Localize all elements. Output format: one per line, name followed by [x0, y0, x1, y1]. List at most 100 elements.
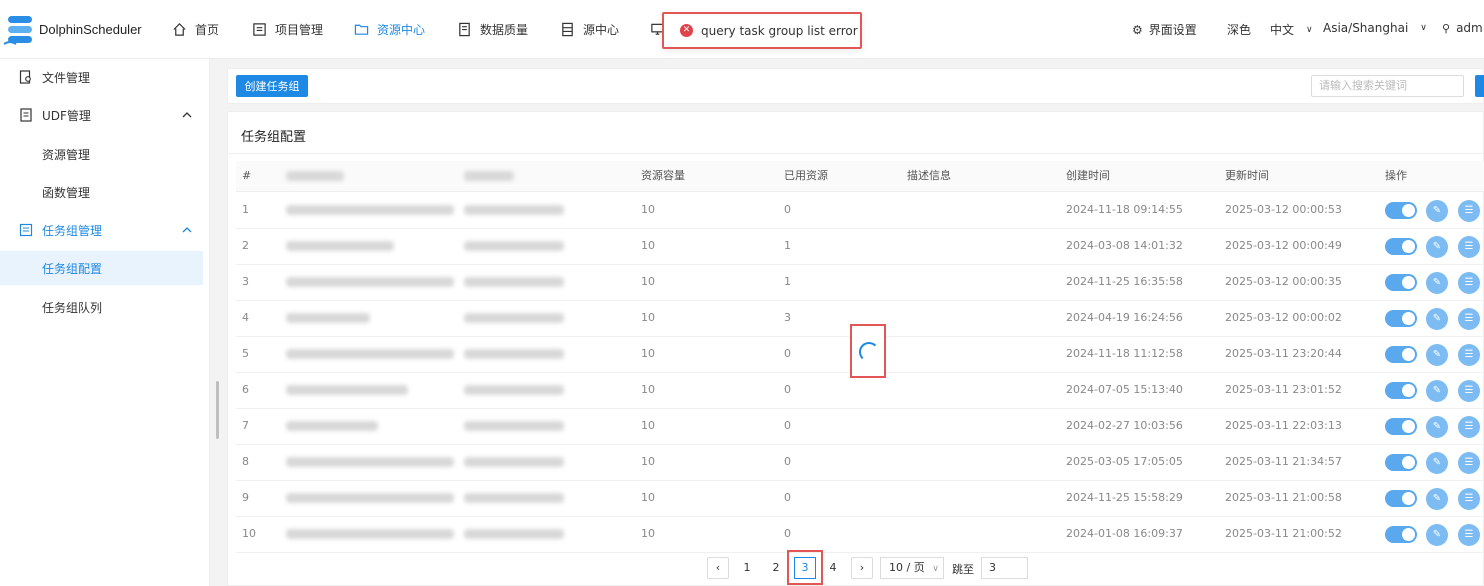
list-icon: ☰ [1464, 313, 1474, 324]
status-toggle[interactable] [1385, 310, 1417, 327]
list-icon: ☰ [1464, 277, 1474, 288]
cell-updated: 2025-03-12 00:00:02 [1225, 311, 1342, 324]
timezone-label: Asia/Shanghai [1323, 21, 1409, 35]
table-row: 7 10 0 2024-02-27 10:03:56 2025-03-11 22:03:… [236, 408, 1484, 445]
view-queue-button[interactable]: ☰ [1458, 344, 1480, 366]
cell-name-redacted [286, 411, 378, 441]
cell-updated: 2025-03-11 21:00:52 [1225, 527, 1342, 540]
file-search-icon [19, 70, 31, 84]
page-4[interactable]: 4 [822, 557, 844, 579]
chevron-up-icon [182, 112, 192, 118]
status-toggle[interactable] [1385, 238, 1417, 255]
sidebar-item-task-group-option[interactable]: 任务组配置 [0, 251, 203, 285]
ui-settings-label: 界面设置 [1148, 23, 1197, 37]
col-index: # [242, 169, 252, 182]
page-2[interactable]: 2 [765, 557, 787, 579]
user-menu[interactable]: ⚲ adm [1442, 21, 1483, 35]
view-queue-button[interactable]: ☰ [1458, 272, 1480, 294]
nav-data-quality-label: 数据质量 [480, 22, 529, 37]
cell-index: 9 [242, 491, 249, 504]
cell-updated: 2025-03-11 22:03:13 [1225, 419, 1342, 432]
nav-datasource[interactable]: 源中心 [560, 20, 619, 38]
sidebar-item-resource-manage[interactable]: 资源管理 [0, 137, 203, 171]
search-input[interactable]: 请输入搜索关键词 [1311, 75, 1464, 97]
loading-indicator [850, 324, 886, 378]
cell-created: 2024-03-08 14:01:32 [1066, 239, 1183, 252]
edit-button[interactable]: ✎ [1426, 524, 1448, 546]
language-select[interactable]: 中文 ∨ [1270, 21, 1313, 38]
cell-name-redacted [286, 231, 394, 261]
status-toggle[interactable] [1385, 202, 1417, 219]
view-queue-button[interactable]: ☰ [1458, 200, 1480, 222]
list-icon: ☰ [1464, 385, 1474, 396]
cell-capacity: 10 [641, 311, 655, 324]
sidebar-item-file-manage[interactable]: 文件管理 [0, 60, 203, 94]
view-queue-button[interactable]: ☰ [1458, 236, 1480, 258]
cell-project-redacted [464, 483, 564, 513]
brand-name[interactable]: DolphinScheduler [39, 22, 142, 37]
edit-button[interactable]: ✎ [1426, 416, 1448, 438]
sidebar-scrollbar[interactable] [216, 381, 219, 439]
sidebar-item-udf-manage[interactable]: UDF管理 [0, 98, 203, 132]
create-task-group-button[interactable]: 创建任务组 [236, 75, 308, 97]
col-updated: 更新时间 [1225, 169, 1269, 182]
status-toggle[interactable] [1385, 490, 1417, 507]
page-size-select[interactable]: 10 / 页 ∨ [880, 557, 944, 579]
sidebar-item-task-group-queue[interactable]: 任务组队列 [0, 290, 203, 324]
theme-toggle[interactable]: 深色 [1227, 21, 1251, 38]
search-button[interactable] [1475, 75, 1484, 97]
sidebar-item-label: 函数管理 [42, 185, 91, 200]
ui-settings-button[interactable]: ⚙ 界面设置 [1132, 21, 1197, 38]
list-icon: ☰ [1464, 421, 1474, 432]
edit-icon: ✎ [1432, 349, 1442, 360]
table-row: 9 10 0 2024-11-25 15:58:29 2025-03-11 21:00:… [236, 480, 1484, 517]
timezone-select[interactable]: Asia/Shanghai ∨ [1323, 21, 1427, 35]
edit-button[interactable]: ✎ [1426, 272, 1448, 294]
edit-button[interactable]: ✎ [1426, 488, 1448, 510]
cell-name-redacted [286, 483, 454, 513]
status-toggle[interactable] [1385, 526, 1417, 543]
toast-message: query task group list error [701, 23, 858, 38]
edit-button[interactable]: ✎ [1426, 308, 1448, 330]
cell-index: 5 [242, 347, 249, 360]
cell-name-redacted [286, 447, 454, 477]
edit-icon: ✎ [1432, 457, 1442, 468]
nav-resource[interactable]: 资源中心 [354, 20, 425, 38]
next-page-button[interactable]: › [851, 557, 873, 579]
view-queue-button[interactable]: ☰ [1458, 524, 1480, 546]
prev-page-button[interactable]: ‹ [707, 557, 729, 579]
edit-button[interactable]: ✎ [1426, 236, 1448, 258]
view-queue-button[interactable]: ☰ [1458, 308, 1480, 330]
list-icon: ☰ [1464, 529, 1474, 540]
view-queue-button[interactable]: ☰ [1458, 488, 1480, 510]
cell-project-redacted [464, 447, 564, 477]
view-queue-button[interactable]: ☰ [1458, 416, 1480, 438]
edit-button[interactable]: ✎ [1426, 380, 1448, 402]
edit-button[interactable]: ✎ [1426, 200, 1448, 222]
sidebar-item-task-group-manage[interactable]: 任务组管理 [0, 213, 203, 247]
nav-project[interactable]: 项目管理 [252, 20, 323, 38]
jump-input[interactable]: 3 [981, 557, 1028, 579]
table-row: 10 10 0 2024-01-08 16:09:37 2025-03-11 21:00… [236, 516, 1484, 553]
edit-button[interactable]: ✎ [1426, 344, 1448, 366]
edit-button[interactable]: ✎ [1426, 452, 1448, 474]
status-toggle[interactable] [1385, 418, 1417, 435]
status-toggle[interactable] [1385, 346, 1417, 363]
sidebar-item-function-manage[interactable]: 函数管理 [0, 175, 203, 209]
cell-project-redacted [464, 195, 564, 225]
page-1[interactable]: 1 [736, 557, 758, 579]
col-created: 创建时间 [1066, 169, 1110, 182]
view-queue-button[interactable]: ☰ [1458, 380, 1480, 402]
status-toggle[interactable] [1385, 382, 1417, 399]
status-toggle[interactable] [1385, 454, 1417, 471]
status-toggle[interactable] [1385, 274, 1417, 291]
cell-created: 2024-07-05 15:13:40 [1066, 383, 1183, 396]
list-icon: ☰ [1464, 241, 1474, 252]
cell-index: 3 [242, 275, 249, 288]
nav-home[interactable]: 首页 [172, 20, 219, 38]
cell-index: 2 [242, 239, 249, 252]
view-queue-button[interactable]: ☰ [1458, 452, 1480, 474]
nav-data-quality[interactable]: 数据质量 [457, 20, 528, 38]
sidebar-item-label: UDF管理 [42, 108, 91, 123]
cell-name-redacted [286, 375, 408, 405]
